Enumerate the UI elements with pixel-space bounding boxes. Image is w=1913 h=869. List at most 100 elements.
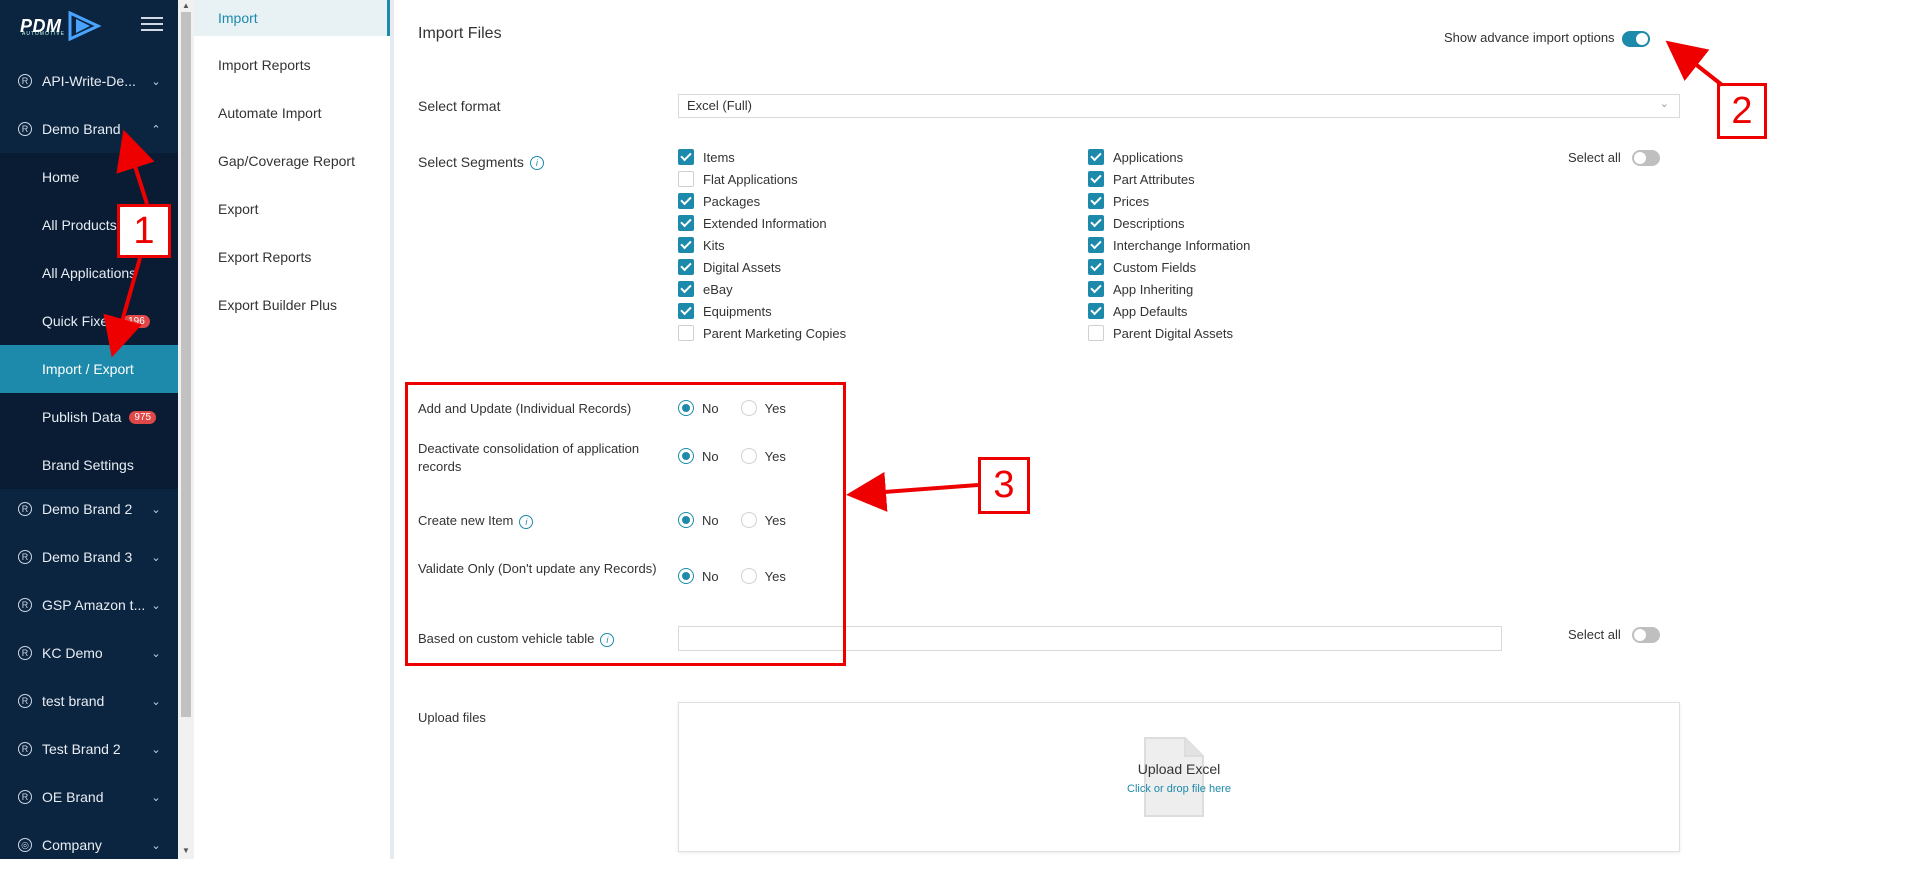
segment-checkbox-row[interactable]: Descriptions [1088, 215, 1185, 231]
segment-checkbox-label: Part Attributes [1113, 171, 1195, 187]
segment-checkbox-row[interactable]: eBay [678, 281, 733, 297]
scrollbar-thumb[interactable] [181, 12, 191, 717]
menu-item-export[interactable]: Export [194, 191, 390, 227]
segment-checkbox-label: App Inheriting [1113, 281, 1194, 297]
format-select[interactable]: Excel (Full) ⌄ [678, 94, 1680, 118]
menu-item-export-reports[interactable]: Export Reports [194, 239, 390, 275]
sidebar-scrollbar[interactable]: ▲ ▼ [178, 0, 194, 859]
segment-checkbox-label: Items [703, 149, 735, 165]
sidebar-item-gsp-amazon[interactable]: R GSP Amazon t... ⌄ [0, 581, 178, 629]
chevron-down-icon: ⌄ [1659, 98, 1669, 110]
segment-checkbox[interactable] [1088, 259, 1104, 275]
segment-checkbox-row[interactable]: Flat Applications [678, 171, 798, 187]
menu-item-import-reports[interactable]: Import Reports [194, 47, 390, 83]
segment-checkbox[interactable] [678, 193, 694, 209]
collapse-menu-icon[interactable] [141, 17, 163, 35]
segment-checkbox-label: Custom Fields [1113, 259, 1197, 275]
sidebar-subitem-publish-data[interactable]: Publish Data 975 [0, 393, 178, 441]
sidebar: PDM AUTOMOTIVE R API-Write-De... ⌄ R Dem… [0, 0, 178, 859]
segment-checkbox[interactable] [1088, 215, 1104, 231]
scroll-up-icon[interactable]: ▲ [182, 1, 190, 10]
chevron-down-icon: ⌄ [151, 743, 161, 756]
segment-checkbox[interactable] [1088, 149, 1104, 165]
upload-hint: Click or drop file here [1127, 783, 1231, 795]
segment-checkbox-label: Interchange Information [1113, 237, 1251, 253]
sidebar-item-company[interactable]: ◎ Company ⌄ [0, 821, 178, 869]
sidebar-subitem-import-export[interactable]: Import / Export [0, 345, 178, 393]
segment-checkbox[interactable] [1088, 171, 1104, 187]
scroll-down-icon[interactable]: ▼ [182, 846, 190, 855]
sidebar-subitem-label: Import / Export [42, 361, 134, 377]
menu-item-gap-coverage-report[interactable]: Gap/Coverage Report [194, 143, 390, 179]
segment-checkbox[interactable] [678, 281, 694, 297]
upload-files-label: Upload files [418, 710, 486, 725]
segment-checkbox[interactable] [678, 303, 694, 319]
sidebar-subitem-label: All Applications [42, 265, 137, 281]
segment-checkbox-row[interactable]: Extended Information [678, 215, 827, 231]
menu-item-export-builder-plus[interactable]: Export Builder Plus [194, 287, 390, 323]
segment-checkbox[interactable] [678, 237, 694, 253]
registered-icon: R [18, 646, 32, 660]
segment-checkbox-row[interactable]: Part Attributes [1088, 171, 1195, 187]
segment-checkbox-label: Descriptions [1113, 215, 1185, 231]
registered-icon: R [18, 598, 32, 612]
segment-checkbox-row[interactable]: Items [678, 149, 735, 165]
sidebar-item-oe-brand[interactable]: R OE Brand ⌄ [0, 773, 178, 821]
count-badge: 196 [123, 314, 150, 328]
sidebar-subitem-quick-fixes[interactable]: Quick Fixes 196 [0, 297, 178, 345]
registered-icon: R [18, 550, 32, 564]
segment-checkbox[interactable] [678, 149, 694, 165]
sidebar-item-api-write[interactable]: R API-Write-De... ⌄ [0, 57, 178, 105]
annotation-label-1: 1 [117, 204, 171, 258]
segment-checkbox-row[interactable]: App Defaults [1088, 303, 1187, 319]
segment-checkbox-row[interactable]: Parent Marketing Copies [678, 325, 846, 341]
menu-item-automate-import[interactable]: Automate Import [194, 95, 390, 131]
segment-checkbox[interactable] [678, 215, 694, 231]
advance-options-toggle[interactable] [1622, 31, 1650, 47]
sidebar-item-label: Demo Brand 2 [42, 501, 133, 517]
sidebar-item-demo-brand-3[interactable]: R Demo Brand 3 ⌄ [0, 533, 178, 581]
sidebar-item-test-brand[interactable]: R test brand ⌄ [0, 677, 178, 725]
sidebar-subitem-home[interactable]: Home [0, 153, 178, 201]
segment-checkbox[interactable] [678, 171, 694, 187]
segment-checkbox-row[interactable]: Kits [678, 237, 725, 253]
segment-checkbox-row[interactable]: Interchange Information [1088, 237, 1250, 253]
sidebar-item-demo-brand-2[interactable]: R Demo Brand 2 ⌄ [0, 485, 178, 533]
segment-checkbox[interactable] [1088, 325, 1104, 341]
count-badge: 975 [129, 410, 157, 424]
sidebar-item-test-brand-2[interactable]: R Test Brand 2 ⌄ [0, 725, 178, 773]
segment-checkbox-label: Extended Information [703, 215, 827, 231]
segment-checkbox[interactable] [678, 325, 694, 341]
segment-checkbox-label: eBay [703, 281, 733, 297]
sidebar-item-kc-demo[interactable]: R KC Demo ⌄ [0, 629, 178, 677]
sidebar-subitem-brand-settings[interactable]: Brand Settings [0, 441, 178, 489]
segment-checkbox-row[interactable]: Parent Digital Assets [1088, 325, 1233, 341]
segment-checkbox[interactable] [1088, 193, 1104, 209]
segment-checkbox-row[interactable]: Custom Fields [1088, 259, 1196, 275]
segment-checkbox[interactable] [1088, 281, 1104, 297]
segment-checkbox-row[interactable]: Applications [1088, 149, 1183, 165]
segment-checkbox-row[interactable]: App Inheriting [1088, 281, 1193, 297]
menu-item-label: Export [218, 201, 259, 217]
sidebar-item-label: GSP Amazon t... [42, 597, 146, 613]
select-all-segments-toggle[interactable] [1632, 150, 1660, 166]
advance-options-label: Show advance import options [1444, 30, 1615, 45]
sidebar-item-label: Demo Brand 3 [42, 549, 133, 565]
sidebar-item-demo-brand[interactable]: R Demo Brand ⌃ [0, 105, 178, 153]
segment-checkbox[interactable] [678, 259, 694, 275]
page-title: Import Files [418, 25, 502, 42]
menu-item-import[interactable]: Import [194, 0, 390, 36]
upload-dropzone[interactable]: Upload Excel Click or drop file here [678, 702, 1680, 852]
info-icon[interactable]: i [529, 156, 544, 171]
segment-checkbox-label: Parent Digital Assets [1113, 325, 1233, 341]
segment-checkbox[interactable] [1088, 303, 1104, 319]
segment-checkbox-row[interactable]: Packages [678, 193, 760, 209]
segment-checkbox-row[interactable]: Equipments [678, 303, 772, 319]
segment-checkbox-row[interactable]: Digital Assets [678, 259, 781, 275]
sidebar-item-label: Company [42, 837, 102, 853]
sidebar-subitem-label: All Products [42, 217, 117, 233]
segment-checkbox[interactable] [1088, 237, 1104, 253]
select-all-vehicle-toggle[interactable] [1632, 627, 1660, 643]
format-select-value: Excel (Full) [687, 98, 753, 113]
segment-checkbox-row[interactable]: Prices [1088, 193, 1149, 209]
